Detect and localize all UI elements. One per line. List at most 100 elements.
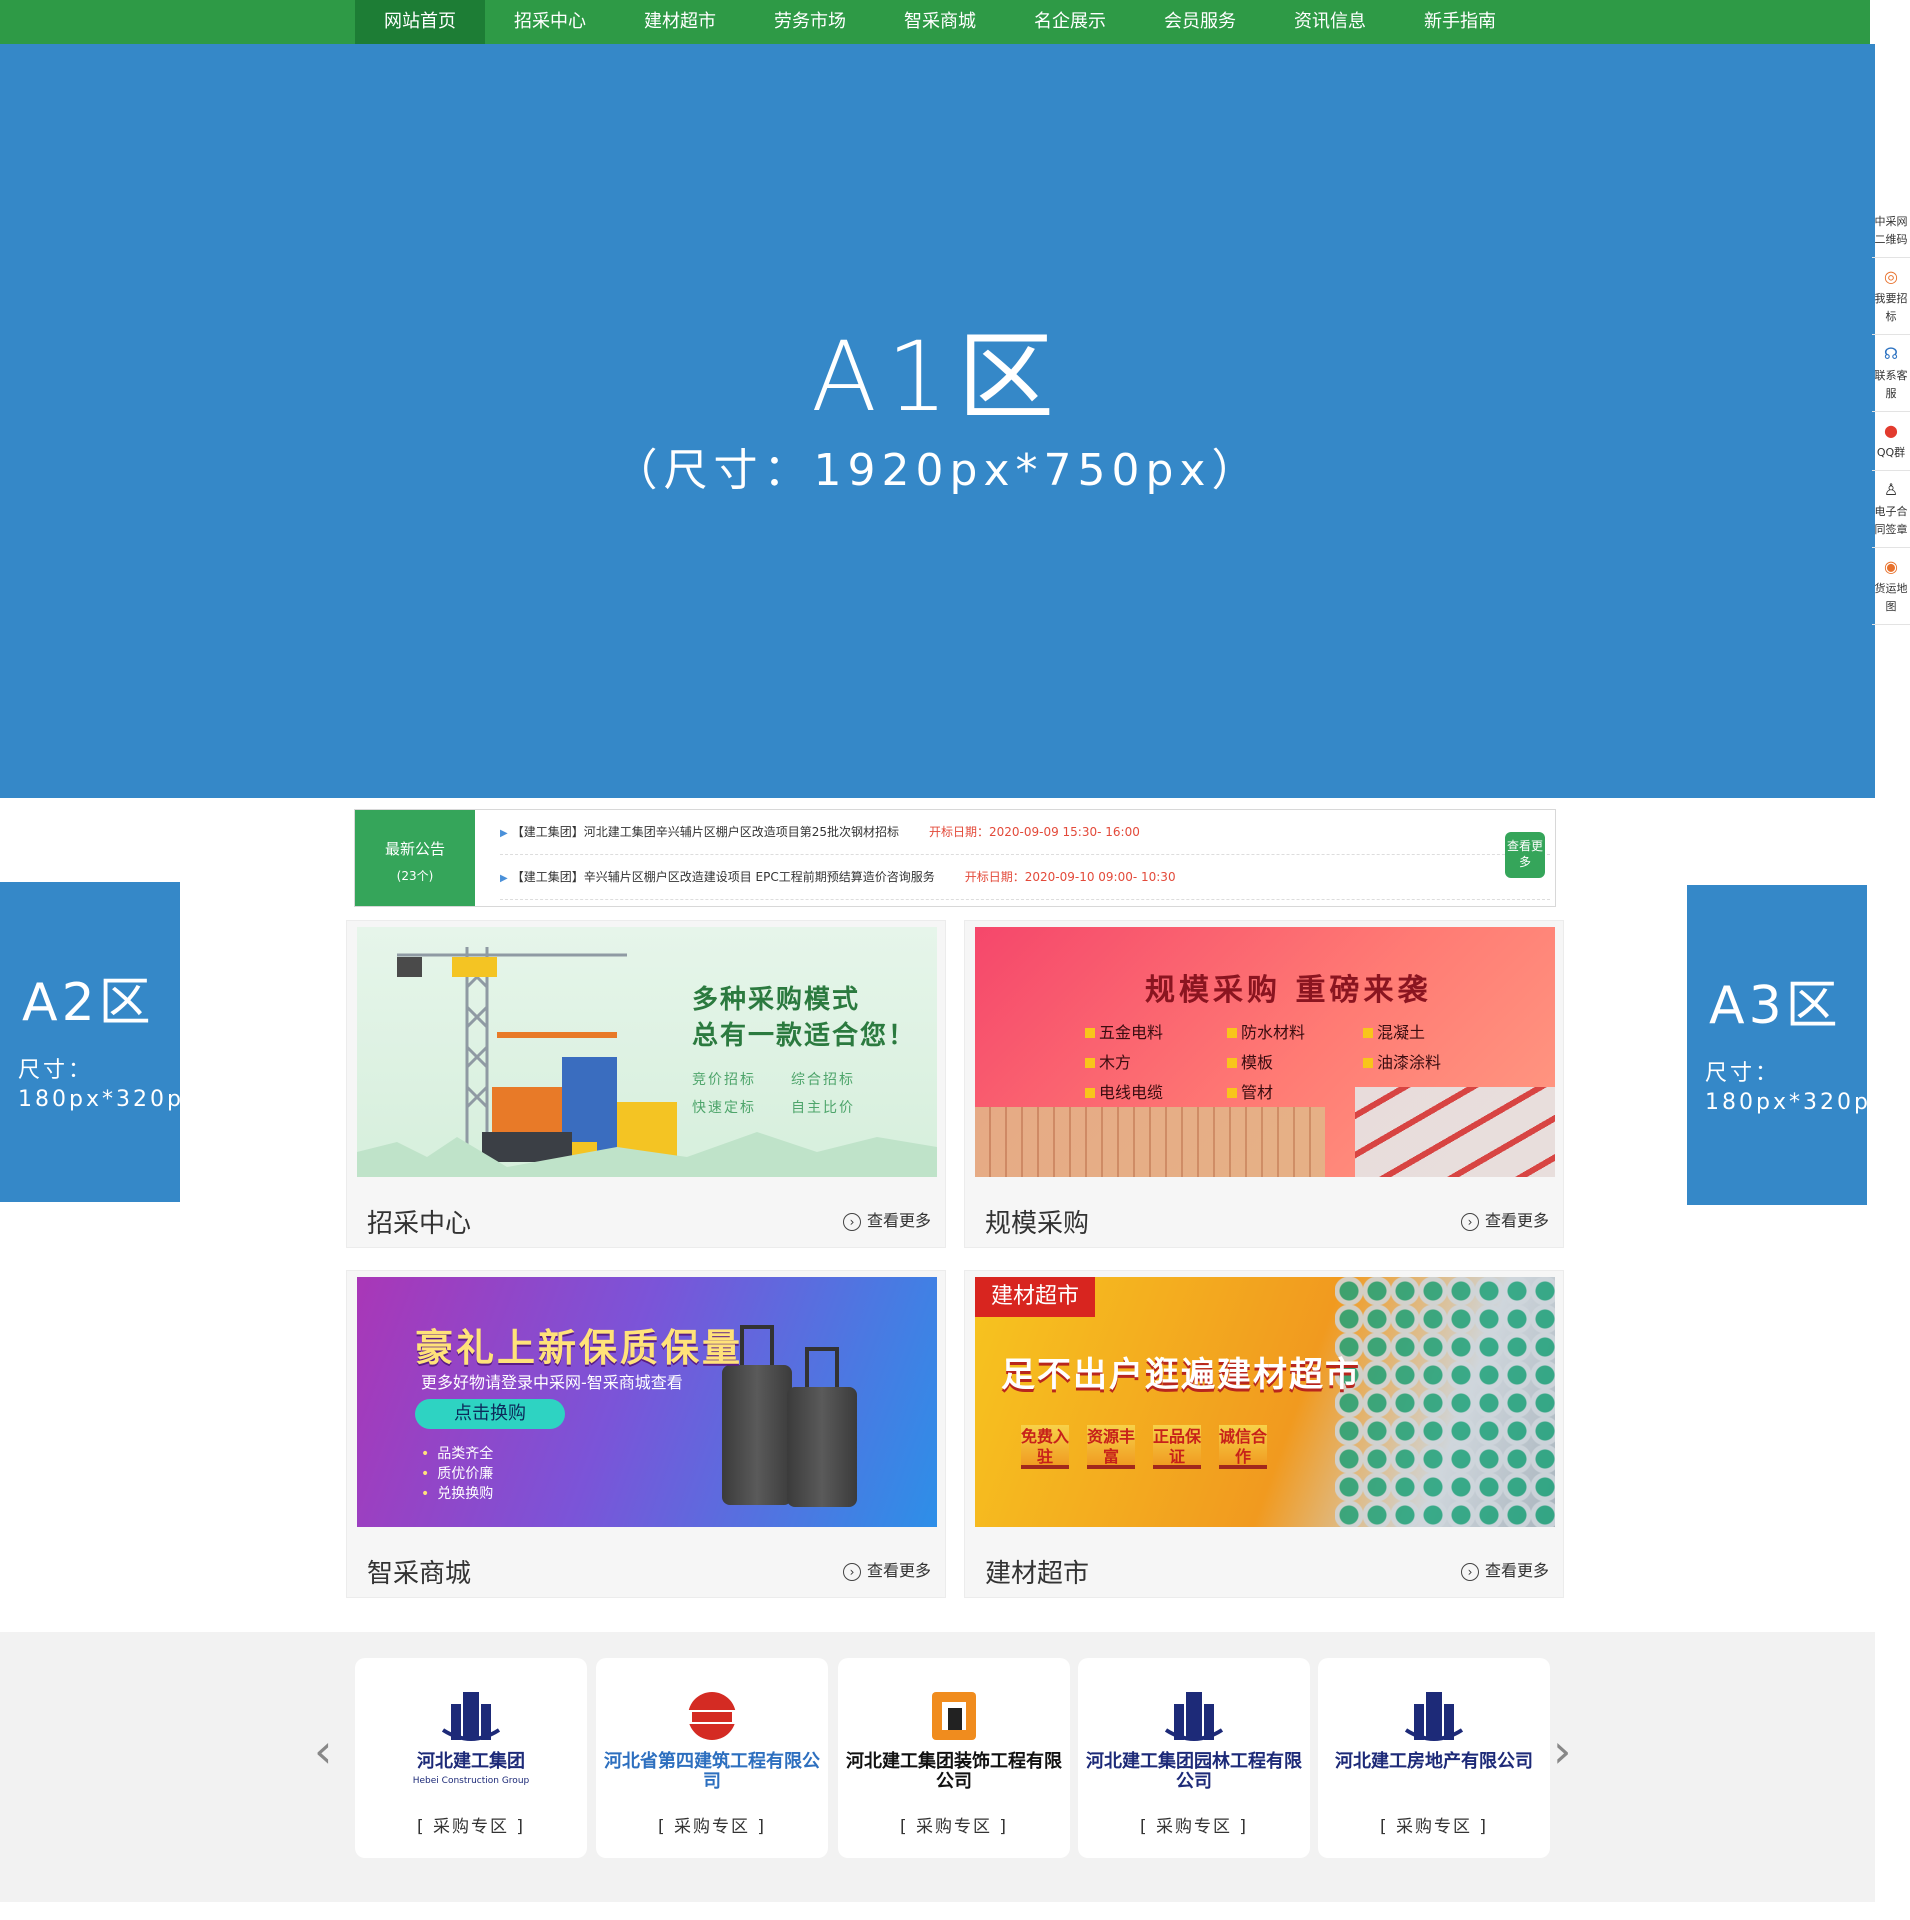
nav-item-mall[interactable]: 智采商城: [875, 0, 1005, 44]
nav-item-materials[interactable]: 建材超市: [615, 0, 745, 44]
banner-item: 油漆涂料: [1363, 1049, 1441, 1073]
banner-tag: 快速定标: [692, 1100, 756, 1116]
card-banner-image[interactable]: 建材超市 足不出户逛遍建材超市 免费入驻 资源丰富 正品保证 诚信合作: [975, 1277, 1555, 1527]
card-more-label: 查看更多: [866, 1211, 931, 1230]
banner-badge: 正品保证: [1153, 1425, 1201, 1469]
card-more-label: 查看更多: [866, 1561, 931, 1580]
banner-badge: 诚信合作: [1219, 1425, 1267, 1469]
sidebar-qr-code[interactable]: 中采网二维码: [1872, 205, 1910, 258]
card-more-link[interactable]: › 查看更多: [1460, 1207, 1549, 1231]
chevron-right-circle-icon: ›: [1460, 1563, 1479, 1581]
right-sidebar: 中采网二维码 ◎ 我要招标 ☊ 联系客服 ● QQ群 ♙ 电子合同签章 ◉ 货运…: [1872, 205, 1910, 625]
card-title: 招采中心: [367, 1209, 472, 1239]
nav-item-news[interactable]: 资讯信息: [1265, 0, 1395, 44]
notice-tag: 最新公告 (23个): [355, 810, 475, 906]
card-banner-image[interactable]: 多种采购模式 总有一款适合您！ 竞价招标 综合招标 快速定标 自主比价: [357, 927, 937, 1177]
banner-line-1: 多种采购模式: [692, 985, 861, 1015]
chevron-right-circle-icon: ›: [842, 1213, 861, 1231]
banner-a1-title: A1区: [811, 321, 1064, 433]
partner-name: 河北建工集团园林工程有限公司: [1086, 1751, 1302, 1792]
notice-text: 【建工集团】辛兴辅片区棚户区改造建设项目 EPC工程前期预结算造价咨询服务: [511, 870, 935, 884]
ad-a3-title: A3区: [1709, 976, 1842, 1036]
card-more-label: 查看更多: [1484, 1561, 1549, 1580]
ad-a2-size-label: 尺寸：: [18, 1058, 94, 1083]
card-more-label: 查看更多: [1484, 1211, 1549, 1230]
suitcase-illustration: [787, 1347, 857, 1507]
card-more-link[interactable]: › 查看更多: [842, 1557, 931, 1581]
building-logo-icon: [1404, 1692, 1464, 1741]
banner-line-2: 总有一款适合您！: [692, 1021, 917, 1051]
nav-item-companies[interactable]: 名企展示: [1005, 0, 1135, 44]
banner-item: 模板: [1227, 1049, 1273, 1073]
card-title: 规模采购: [985, 1209, 1090, 1239]
banner-point: 品类齐全: [421, 1443, 493, 1463]
card-procurement[interactable]: 多种采购模式 总有一款适合您！ 竞价招标 综合招标 快速定标 自主比价 招采中心…: [346, 920, 946, 1248]
card-bulk-purchase[interactable]: 规模采购 重磅来袭 五金电料 防水材料 混凝土 木方 模板 油漆涂料 电线电缆 …: [964, 920, 1564, 1248]
banner-item: 五金电料: [1085, 1019, 1163, 1043]
ad-a2[interactable]: A2区 尺寸： 180px*320px: [0, 882, 197, 1202]
card-banner-image[interactable]: 规模采购 重磅来袭 五金电料 防水材料 混凝土 木方 模板 油漆涂料 电线电缆 …: [975, 927, 1555, 1177]
banner-point: 质优价廉: [421, 1463, 493, 1483]
partner-tag: [ 采购专区 ]: [899, 1817, 1009, 1837]
card-banner-image[interactable]: 豪礼上新保质保量 更多好物请登录中采网-智采商城查看 点击换购 品类齐全 质优价…: [357, 1277, 937, 1527]
sidebar-label: 中采网二维码: [1874, 215, 1908, 246]
partner-card[interactable]: 河北建工集团 Hebei Construction Group [ 采购专区 ]: [355, 1658, 587, 1858]
partner-card[interactable]: 河北建工房地产有限公司 [ 采购专区 ]: [1318, 1658, 1550, 1858]
card-more-link[interactable]: › 查看更多: [1460, 1557, 1549, 1581]
sidebar-label: 我要招标: [1874, 292, 1908, 323]
banner-a1[interactable]: A1区 （尺寸：1920px*750px）: [0, 44, 1875, 798]
card-more-link[interactable]: › 查看更多: [842, 1207, 931, 1231]
play-arrow-icon: ▶: [500, 828, 508, 839]
user-icon: ♙: [1883, 480, 1899, 499]
top-navigation: 网站首页 招采中心 建材超市 劳务市场 智采商城 名企展示 会员服务 资讯信息 …: [0, 0, 1870, 44]
sidebar-qq[interactable]: ● QQ群: [1872, 412, 1910, 471]
exchange-button[interactable]: 点击换购: [415, 1399, 565, 1429]
nav-item-members[interactable]: 会员服务: [1135, 0, 1265, 44]
partners-section: 河北建工集团 Hebei Construction Group [ 采购专区 ]…: [0, 1632, 1875, 1902]
nav-item-home[interactable]: 网站首页: [355, 0, 485, 44]
sidebar-label: QQ群: [1876, 446, 1906, 459]
ad-a3-size: 180px*320px: [1705, 1090, 1887, 1115]
banner-tag: 竞价招标: [692, 1072, 756, 1088]
sidebar-contract[interactable]: ♙ 电子合同签章: [1872, 471, 1910, 548]
banner-item: 混凝土: [1363, 1019, 1425, 1043]
card-mall[interactable]: 豪礼上新保质保量 更多好物请登录中采网-智采商城查看 点击换购 品类齐全 质优价…: [346, 1270, 946, 1598]
banner-headline: 足不出户逛遍建材超市: [1001, 1355, 1361, 1395]
partner-subtitle: Hebei Construction Group: [412, 1776, 530, 1786]
play-arrow-icon: ▶: [500, 873, 508, 884]
partner-tag: [ 采购专区 ]: [1379, 1817, 1489, 1837]
banner-item: 管材: [1227, 1079, 1273, 1103]
banner-badge: 资源丰富: [1087, 1425, 1135, 1469]
sidebar-support[interactable]: ☊ 联系客服: [1872, 335, 1910, 412]
suitcase-illustration: [722, 1325, 792, 1505]
card-materials-market[interactable]: 建材超市 足不出户逛遍建材超市 免费入驻 资源丰富 正品保证 诚信合作 建材超市…: [964, 1270, 1564, 1598]
nav-items: 网站首页 招采中心 建材超市 劳务市场 智采商城 名企展示 会员服务 资讯信息 …: [355, 0, 1525, 44]
notice-date: 开标日期：2020-09-09 15:30- 16:00: [928, 825, 1140, 839]
nav-item-guide[interactable]: 新手指南: [1395, 0, 1525, 44]
notice-count: (23个): [396, 869, 434, 883]
sidebar-tender[interactable]: ◎ 我要招标: [1872, 258, 1910, 335]
target-icon: ◎: [1884, 267, 1898, 286]
nav-item-labor[interactable]: 劳务市场: [745, 0, 875, 44]
ad-a2-size: 180px*320px: [18, 1087, 200, 1112]
partner-card[interactable]: 河北建工集团园林工程有限公司 [ 采购专区 ]: [1078, 1658, 1310, 1858]
partner-name: 河北建工集团装饰工程有限公司: [846, 1751, 1062, 1792]
notice-row[interactable]: ▶ 【建工集团】辛兴辅片区棚户区改造建设项目 EPC工程前期预结算造价咨询服务 开标…: [500, 855, 1550, 900]
ad-a2-title: A2区: [22, 973, 155, 1033]
sidebar-label: 货运地图: [1874, 582, 1908, 613]
nav-item-procurement[interactable]: 招采中心: [485, 0, 615, 44]
partner-card[interactable]: 河北建工集团装饰工程有限公司 [ 采购专区 ]: [838, 1658, 1070, 1858]
card-title: 智采商城: [367, 1559, 472, 1589]
ad-a3[interactable]: A3区 尺寸： 180px*320px: [1687, 885, 1884, 1205]
notice-more-button[interactable]: 查看更多: [1505, 832, 1545, 878]
partner-card[interactable]: 河北省第四建筑工程有限公司 [ 采购专区 ]: [596, 1658, 828, 1858]
banner-headline: 豪礼上新保质保量: [415, 1326, 744, 1370]
sidebar-label: 联系客服: [1874, 369, 1908, 400]
banner-tag: 综合招标: [791, 1072, 855, 1088]
map-icon: ◉: [1884, 557, 1898, 576]
carousel-next-arrow-icon[interactable]: ›: [1553, 1728, 1571, 1774]
carousel-prev-arrow-icon[interactable]: ‹: [314, 1728, 332, 1774]
notice-row[interactable]: ▶ 【建工集团】河北建工集团辛兴辅片区棚户区改造项目第25批次钢材招标 开标日期：2…: [500, 810, 1550, 855]
banner-tag: 自主比价: [791, 1100, 855, 1116]
sidebar-freight-map[interactable]: ◉ 货运地图: [1872, 548, 1910, 625]
